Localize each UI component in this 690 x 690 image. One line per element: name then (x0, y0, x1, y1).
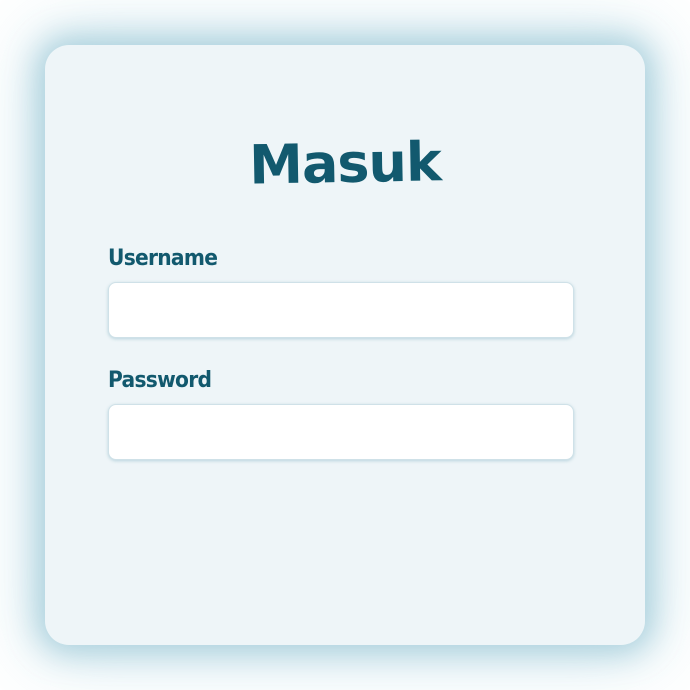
password-label: Password (108, 368, 212, 393)
username-label: Username (108, 246, 218, 271)
page-background: Masuk Username Password (0, 0, 690, 690)
login-title: Masuk (248, 130, 442, 197)
username-input[interactable] (108, 282, 574, 338)
login-card: Masuk Username Password (45, 45, 645, 645)
password-input[interactable] (108, 404, 574, 460)
